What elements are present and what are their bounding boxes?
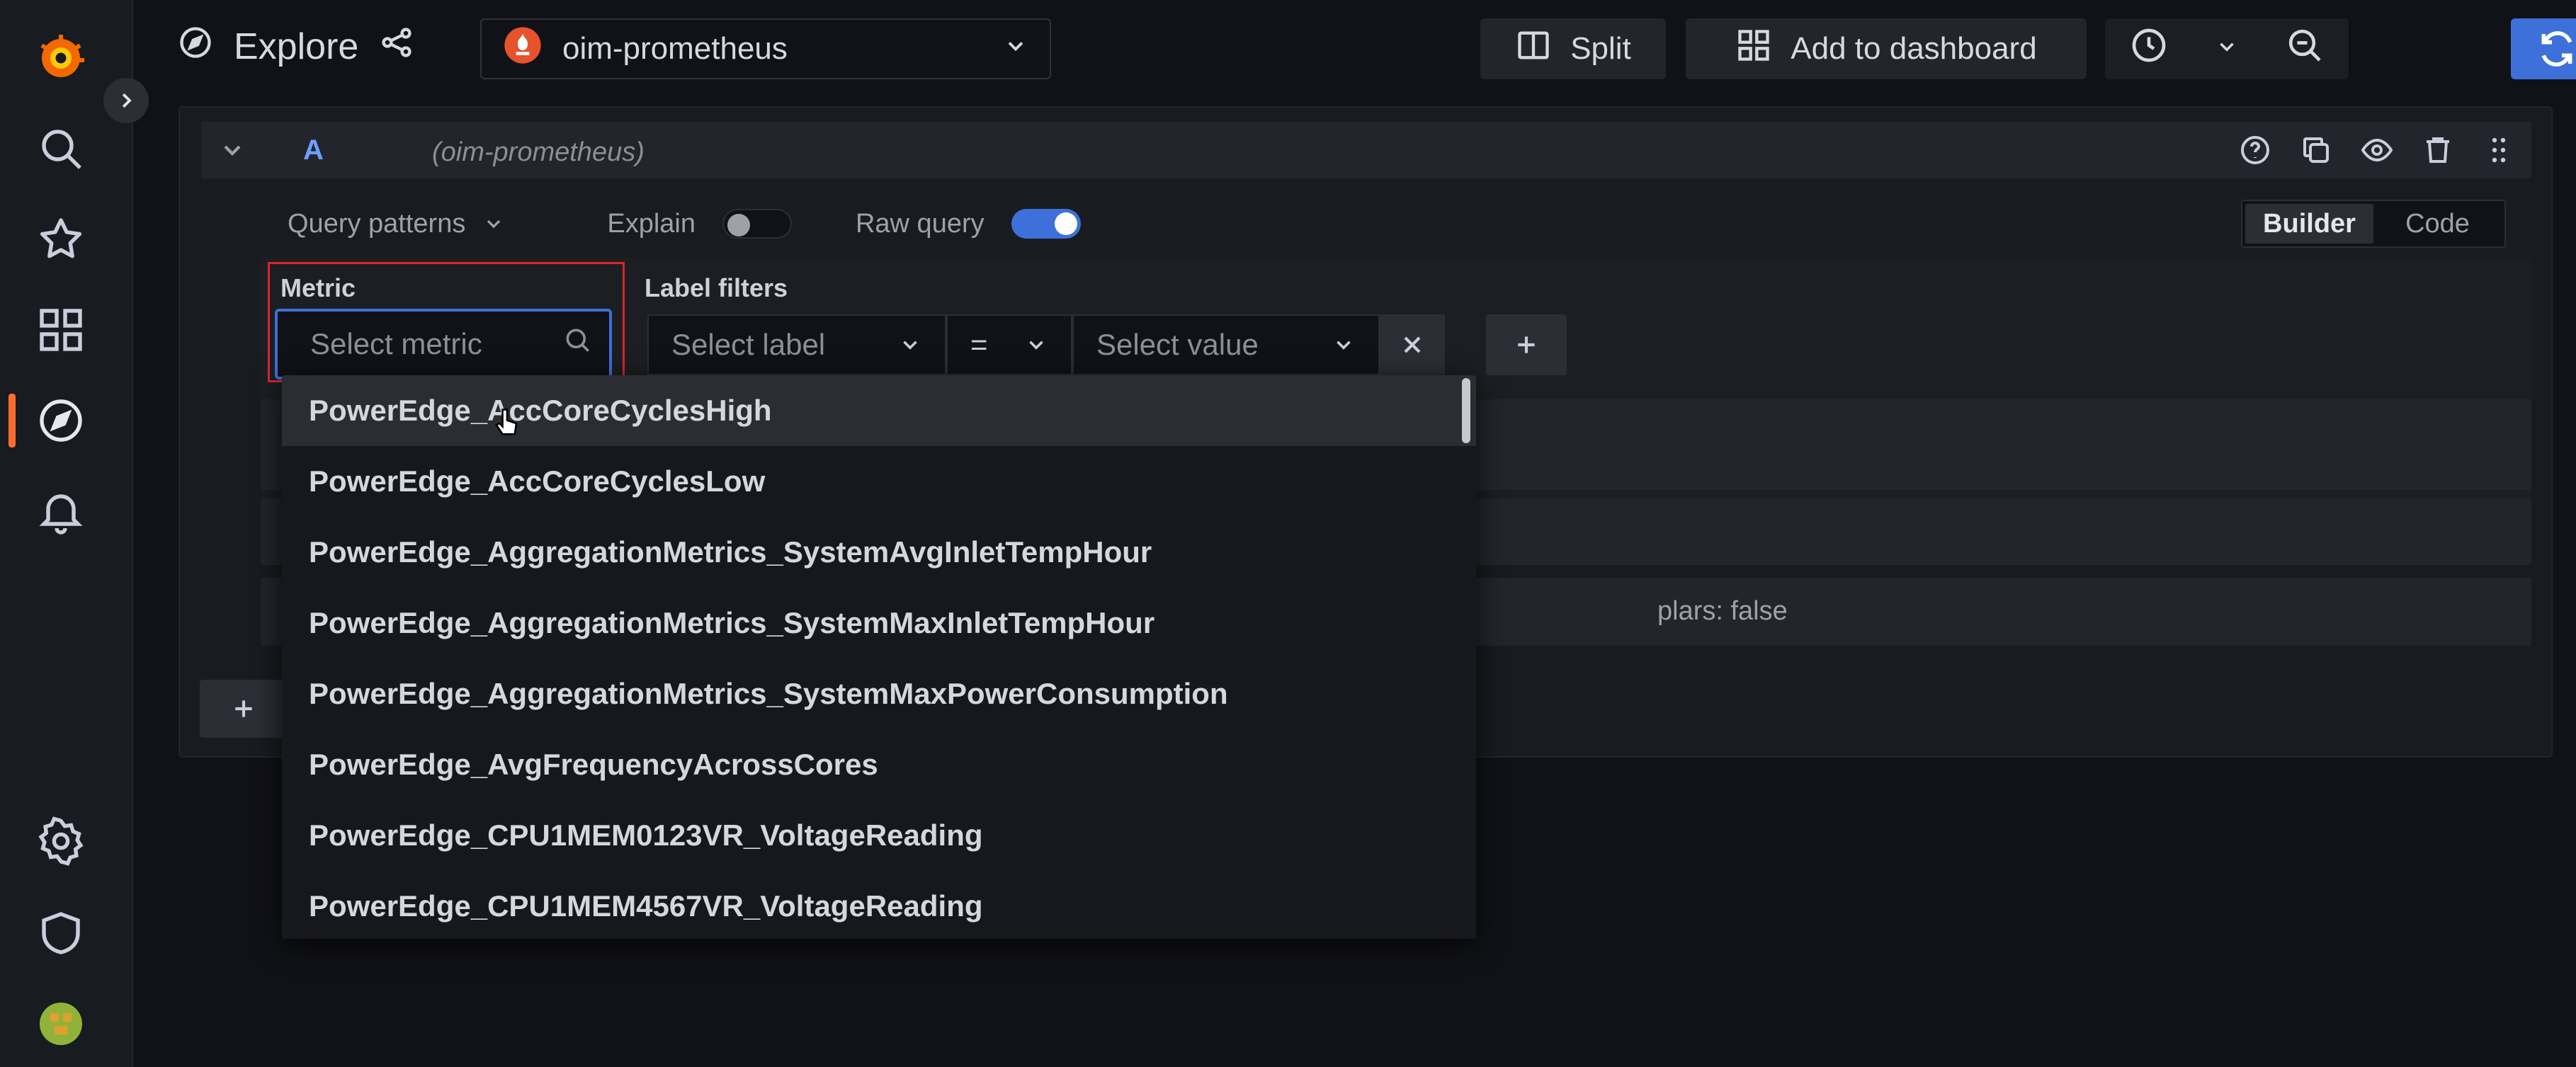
split-label: Split bbox=[1570, 31, 1631, 66]
add-to-dashboard-button[interactable]: Add to dashboard bbox=[1686, 18, 2087, 79]
active-nav-indicator bbox=[8, 394, 16, 447]
grafana-logo-icon[interactable] bbox=[31, 28, 91, 88]
bell-icon[interactable] bbox=[31, 481, 91, 541]
label-select-placeholder: Select label bbox=[671, 328, 826, 361]
eye-icon[interactable] bbox=[2359, 132, 2395, 169]
metric-select[interactable]: Select metric bbox=[275, 309, 612, 380]
shield-icon[interactable] bbox=[31, 903, 91, 963]
time-range-picker[interactable] bbox=[2105, 18, 2349, 79]
list-item[interactable]: PowerEdge_AggregationMetrics_SystemMaxIn… bbox=[282, 588, 1476, 658]
editor-mode-switch: Builder Code bbox=[2241, 200, 2506, 248]
builder-mode-tab[interactable]: Builder bbox=[2245, 204, 2373, 244]
chevron-down-icon bbox=[1029, 341, 1043, 350]
add-filter-button[interactable] bbox=[1486, 314, 1567, 375]
list-item[interactable]: PowerEdge_AggregationMetrics_SystemMaxPo… bbox=[282, 658, 1476, 729]
chevron-down-icon bbox=[2215, 31, 2239, 67]
zoom-out-icon[interactable] bbox=[2285, 25, 2325, 73]
star-icon[interactable] bbox=[31, 210, 91, 269]
chevron-down-icon bbox=[1337, 341, 1351, 350]
explain-label: Explain bbox=[607, 208, 696, 239]
search-icon bbox=[562, 325, 594, 363]
split-columns-icon bbox=[1515, 27, 1552, 72]
page-title: Explore bbox=[177, 21, 415, 72]
page-title-text: Explore bbox=[234, 26, 359, 67]
query-options-row: Query patterns Explain Raw query bbox=[288, 201, 1081, 246]
query-options-summary: plars: false bbox=[1657, 596, 1788, 626]
operator-value: = bbox=[970, 328, 988, 361]
dashboards-grid-icon[interactable] bbox=[31, 300, 91, 360]
search-icon[interactable] bbox=[31, 119, 91, 178]
help-icon[interactable] bbox=[2237, 132, 2274, 169]
raw-query-toggle[interactable] bbox=[1011, 209, 1081, 239]
compass-icon bbox=[177, 24, 214, 70]
split-button[interactable]: Split bbox=[1480, 18, 1666, 79]
prometheus-logo-icon bbox=[503, 25, 543, 73]
scrollbar[interactable] bbox=[1462, 378, 1470, 443]
metric-dropdown-list: PowerEdge_AccCoreCyclesHigh PowerEdge_Ac… bbox=[282, 375, 1476, 939]
collapse-chevron-icon[interactable] bbox=[218, 136, 246, 168]
value-select[interactable]: Select value bbox=[1072, 314, 1380, 375]
mouse-pointer-icon bbox=[489, 405, 526, 445]
explore-toolbar: Explore oim-prometheus Split Add to dash… bbox=[135, 0, 2576, 99]
query-patterns-dropdown[interactable]: Query patterns bbox=[288, 209, 505, 239]
remove-filter-button[interactable] bbox=[1380, 314, 1445, 375]
refresh-icon[interactable] bbox=[2511, 18, 2576, 79]
metric-label: Metric bbox=[280, 273, 356, 302]
metric-select-placeholder: Select metric bbox=[310, 327, 482, 360]
list-item[interactable]: PowerEdge_CPU1MEM4567VR_VoltageReading bbox=[282, 871, 1476, 939]
gear-icon[interactable] bbox=[31, 811, 91, 871]
share-icon[interactable] bbox=[378, 24, 415, 70]
query-patterns-label: Query patterns bbox=[288, 208, 466, 239]
list-item[interactable]: PowerEdge_AvgFrequencyAcrossCores bbox=[282, 729, 1476, 800]
avatar-icon[interactable] bbox=[31, 994, 91, 1054]
list-item[interactable]: PowerEdge_AggregationMetrics_SystemAvgIn… bbox=[282, 517, 1476, 588]
expand-sidebar-button[interactable] bbox=[103, 78, 149, 123]
chevron-down-icon bbox=[487, 219, 501, 229]
datasource-name: oim-prometheus bbox=[562, 31, 788, 66]
duplicate-icon[interactable] bbox=[2298, 132, 2334, 169]
plus-icon bbox=[1518, 336, 1535, 353]
compass-icon[interactable] bbox=[31, 391, 91, 450]
value-select-placeholder: Select value bbox=[1096, 328, 1259, 361]
drag-handle-icon[interactable] bbox=[2480, 132, 2517, 169]
raw-query-label: Raw query bbox=[855, 208, 985, 239]
query-letter[interactable]: A bbox=[303, 135, 324, 166]
add-to-dashboard-label: Add to dashboard bbox=[1791, 31, 2037, 66]
operator-select[interactable]: = bbox=[946, 314, 1072, 375]
close-icon bbox=[1404, 336, 1421, 353]
dashboards-grid-icon bbox=[1735, 27, 1772, 72]
list-item[interactable]: PowerEdge_CPU1MEM0123VR_VoltageReading bbox=[282, 800, 1476, 871]
chevron-down-icon bbox=[1003, 31, 1028, 67]
datasource-picker[interactable]: oim-prometheus bbox=[480, 18, 1051, 79]
query-datasource-hint: (oim-prometheus) bbox=[432, 137, 645, 167]
explain-toggle[interactable] bbox=[722, 209, 792, 239]
query-row-actions bbox=[2237, 132, 2517, 169]
trash-icon[interactable] bbox=[2419, 132, 2456, 169]
list-item[interactable]: PowerEdge_AccCoreCyclesLow bbox=[282, 446, 1476, 517]
query-row-header[interactable]: A (oim-prometheus) bbox=[201, 122, 2531, 178]
clock-icon bbox=[2129, 25, 2169, 73]
label-filters-label: Label filters bbox=[645, 273, 788, 302]
code-mode-tab[interactable]: Code bbox=[2373, 204, 2502, 244]
plus-icon bbox=[235, 700, 252, 717]
add-query-button[interactable] bbox=[200, 680, 288, 738]
run-query-button[interactable] bbox=[2511, 18, 2576, 79]
sidebar bbox=[0, 0, 133, 1067]
chevron-down-icon bbox=[903, 341, 917, 350]
list-item[interactable]: PowerEdge_AccCoreCyclesHigh bbox=[282, 375, 1476, 446]
label-select[interactable]: Select label bbox=[647, 314, 946, 375]
